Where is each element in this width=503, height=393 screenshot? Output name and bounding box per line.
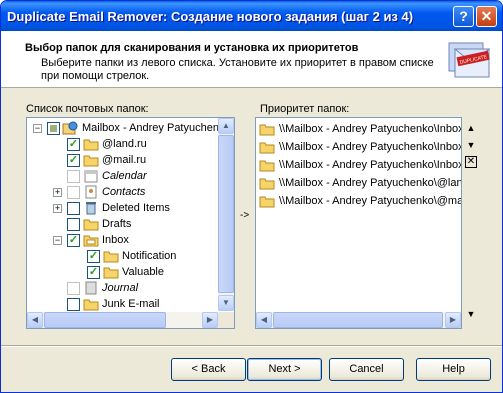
expand-toggle[interactable]: + [53, 204, 62, 213]
folder-icon [83, 299, 99, 311]
checkbox-unchecked[interactable] [67, 298, 80, 311]
priority-list-label: Приоритет папок: [260, 103, 350, 115]
tree-item-label: Valuable [122, 266, 164, 278]
tree-item-notification[interactable]: ✓ Notification [27, 248, 218, 264]
help-title-button[interactable]: ? [453, 6, 474, 27]
checkbox-unchecked[interactable] [67, 218, 80, 231]
window-title: Duplicate Email Remover: Создание нового… [7, 9, 414, 24]
folder-icon [259, 178, 275, 190]
checkbox-checked[interactable]: ✓ [67, 154, 80, 167]
tree-item-deleted[interactable]: + Deleted Items [27, 200, 218, 216]
tree-item-label: Notification [122, 250, 177, 262]
checkbox-disabled [67, 186, 80, 199]
tree-item-label: Contacts [102, 186, 146, 198]
tree-item-inbox[interactable]: − ✓ Inbox [27, 232, 218, 248]
priority-item-label: \\Mailbox - Andrey Patyuchenko\Inbox [279, 141, 462, 153]
contacts-icon [85, 185, 97, 199]
help-button[interactable]: Help [416, 358, 491, 381]
folder-icon [83, 139, 99, 151]
priority-item-label: \\Mailbox - Andrey Patyuchenko\@land.ru [279, 177, 462, 189]
folder-icon [103, 267, 119, 279]
cancel-button[interactable]: Cancel [329, 358, 404, 381]
tree-item-label: @mail.ru [102, 154, 147, 166]
scroll-corner [218, 312, 234, 328]
tree-item-mailbox[interactable]: − Mailbox - Andrey Patyuchenko [27, 120, 231, 136]
tree-vertical-scrollbar[interactable]: ▲ ▼ [218, 118, 234, 311]
scroll-left-button[interactable]: ◀ [256, 312, 272, 328]
checkbox-disabled [67, 170, 80, 183]
tree-item-label: Mailbox - Andrey Patyuchenko [82, 122, 231, 134]
tree-item-label: Junk E-mail [102, 298, 160, 310]
scroll-thumb[interactable] [273, 312, 443, 328]
tree-item-valuable[interactable]: ✓ Valuable [27, 264, 218, 280]
journal-icon [85, 281, 97, 295]
tree-item-contacts[interactable]: + Contacts [27, 184, 218, 200]
more-arrow-icon: ▼ [466, 309, 476, 319]
folder-icon [103, 251, 119, 263]
tree-item-label: Deleted Items [102, 202, 170, 214]
step-description: Выберите папки из левого списка. Установ… [41, 57, 434, 82]
tree-item-label: @land.ru [102, 138, 147, 150]
wizard-window: Duplicate Email Remover: Создание нового… [0, 0, 503, 393]
inbox-icon [83, 235, 99, 247]
next-button[interactable]: Next > [247, 358, 322, 381]
scroll-right-button[interactable]: ▶ [445, 312, 461, 328]
priority-list[interactable]: \\Mailbox - Andrey Patyuchenko\Inbox \\M… [255, 117, 462, 329]
calendar-icon [84, 170, 98, 183]
scroll-thumb[interactable] [44, 312, 166, 328]
checkbox-checked[interactable]: ✓ [67, 138, 80, 151]
folder-icon [83, 219, 99, 231]
tree-item-calendar[interactable]: Calendar [27, 168, 218, 184]
divider [1, 345, 502, 347]
tree-item-label: Calendar [102, 170, 147, 182]
deleted-items-icon [86, 202, 96, 215]
duplicate-logo-icon: DUPLICATE [448, 42, 491, 78]
folder-icon [259, 124, 275, 136]
checkbox-disabled [67, 282, 80, 295]
move-down-button[interactable]: ▼ [465, 139, 477, 151]
folder-icon [259, 196, 275, 208]
title-bar: Duplicate Email Remover: Создание нового… [1, 1, 502, 31]
folder-list-label: Список почтовых папок: [26, 103, 149, 115]
tree-item-label: Journal [102, 282, 139, 294]
tree-item-label: Inbox [102, 234, 129, 246]
folder-icon [259, 142, 275, 154]
checkbox-mixed[interactable] [47, 122, 60, 135]
mailbox-icon [62, 121, 78, 135]
collapse-toggle[interactable]: − [33, 124, 42, 133]
back-button[interactable]: < Back [171, 358, 246, 381]
priority-item-label: \\Mailbox - Andrey Patyuchenko\Inbox [279, 159, 462, 171]
step-title: Выбор папок для сканирования и установка… [25, 42, 359, 54]
scroll-right-button[interactable]: ▶ [202, 312, 218, 328]
tree-item-mail[interactable]: ✓ @mail.ru [27, 152, 218, 168]
checkbox-checked[interactable]: ✓ [87, 250, 100, 263]
wizard-header: Выбор папок для сканирования и установка… [1, 31, 502, 88]
add-to-priority-button[interactable]: -> [240, 210, 249, 221]
scroll-down-button[interactable]: ▼ [218, 295, 234, 311]
priority-horizontal-scrollbar[interactable]: ◀ ▶ [256, 312, 461, 328]
tree-item-label: Drafts [102, 218, 132, 230]
close-button[interactable]: ✕ [476, 6, 497, 27]
checkbox-checked[interactable]: ✓ [67, 234, 80, 247]
priority-item-label: \\Mailbox - Andrey Patyuchenko\@mail.ru [279, 195, 462, 207]
folder-icon [259, 160, 275, 172]
move-up-button[interactable]: ▲ [465, 122, 477, 134]
expand-toggle[interactable]: + [53, 188, 62, 197]
scroll-up-button[interactable]: ▲ [218, 118, 234, 134]
checkbox-unchecked[interactable] [67, 202, 80, 215]
collapse-toggle[interactable]: − [53, 236, 62, 245]
scroll-thumb[interactable] [218, 135, 234, 293]
folder-icon [83, 155, 99, 167]
tree-item-journal[interactable]: Journal [27, 280, 218, 296]
tree-item-land[interactable]: ✓ @land.ru [27, 136, 218, 152]
folder-tree[interactable]: − Mailbox - Andrey Patyuchenko ✓ @land.r… [26, 117, 235, 329]
remove-button[interactable]: ✕ [465, 156, 477, 168]
priority-item-label: \\Mailbox - Andrey Patyuchenko\Inbox [279, 123, 462, 135]
tree-item-junk[interactable]: Junk E-mail [27, 296, 218, 312]
tree-item-drafts[interactable]: Drafts [27, 216, 218, 232]
tree-horizontal-scrollbar[interactable]: ◀ ▶ [27, 312, 218, 328]
scroll-left-button[interactable]: ◀ [27, 312, 43, 328]
checkbox-checked[interactable]: ✓ [87, 266, 100, 279]
